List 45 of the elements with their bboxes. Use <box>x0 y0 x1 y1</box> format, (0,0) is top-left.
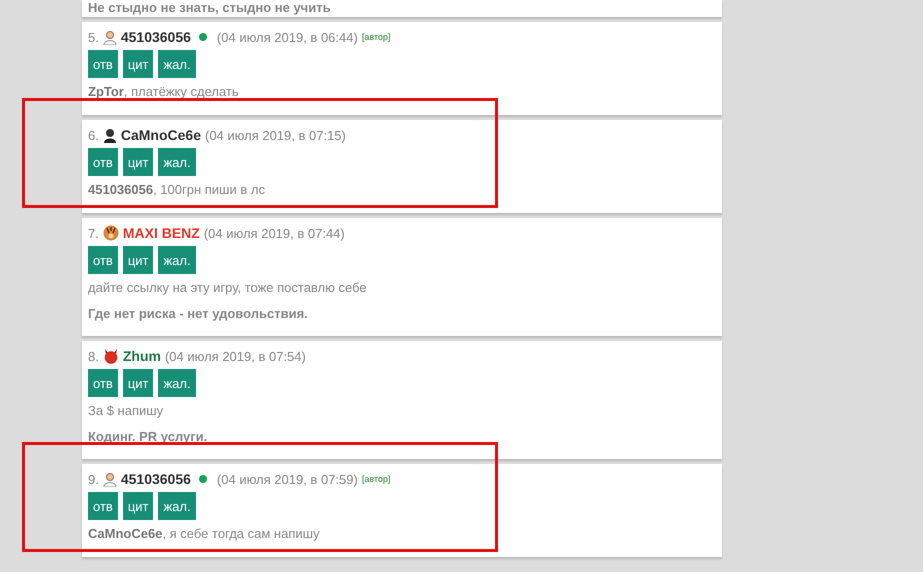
post-action-button[interactable]: жал. <box>158 492 196 520</box>
post-action-button[interactable]: отв <box>88 492 118 520</box>
avatar-person-icon <box>102 30 117 44</box>
username-link[interactable]: CaMnoCe6e <box>120 127 201 143</box>
post-number: 9. <box>88 472 99 486</box>
post-date: (04 июля 2019, в 07:59) <box>216 472 358 486</box>
post-action-button[interactable]: жал. <box>158 369 196 397</box>
post-date: (04 июля 2019, в 07:54) <box>164 348 306 364</box>
post-action-button[interactable]: жал. <box>158 50 196 78</box>
username-link[interactable]: 451036056 <box>120 471 191 487</box>
author-tag: [автор] <box>362 474 390 484</box>
post-date: (04 июля 2019, в 07:15) <box>204 128 346 142</box>
post-date: (04 июля 2019, в 06:44) <box>216 30 358 44</box>
post-action-button[interactable]: жал. <box>158 148 196 176</box>
post-message: 451036056, 100грн пиши в лс <box>88 181 266 199</box>
username-link[interactable]: 451036056 <box>120 29 191 45</box>
post-action-button[interactable]: жал. <box>158 246 196 274</box>
username-link[interactable]: MAXI BENZ <box>122 225 200 241</box>
post-action-button[interactable]: цит <box>122 148 154 176</box>
signature: Кодинг. PR услуги. <box>88 429 208 445</box>
signature: Не стыдно не знать, стыдно не учить <box>88 0 332 16</box>
post-action-button[interactable]: отв <box>88 369 118 397</box>
avatar-person-icon <box>102 472 117 486</box>
post-message: CaMnoCe6e, я себе тогда сам напишу <box>88 525 321 543</box>
post-message: За $ напишу <box>88 402 164 420</box>
post-message: ZpTor, платёжку сделать <box>88 83 240 101</box>
post-number: 8. <box>88 348 99 364</box>
avatar-person-icon <box>102 128 117 142</box>
post-action-button[interactable]: отв <box>88 148 118 176</box>
post-message: дайте ссылку на эту игру, тоже поставлю себе <box>88 279 368 297</box>
post-action-button[interactable]: цит <box>122 492 154 520</box>
post-number: 6. <box>88 128 99 142</box>
post-action-button[interactable]: отв <box>88 246 118 274</box>
post-action-button[interactable]: цит <box>122 246 154 274</box>
post-action-button[interactable]: цит <box>122 50 154 78</box>
avatar-devil-icon <box>102 348 119 364</box>
post-action-button[interactable]: отв <box>88 50 118 78</box>
post-action-button[interactable]: цит <box>122 369 154 397</box>
post-number: 7. <box>88 226 99 240</box>
avatar-tiger-icon <box>102 225 119 241</box>
post-number: 5. <box>88 30 99 44</box>
username-link[interactable]: Zhum <box>122 348 161 364</box>
post-date: (04 июля 2019, в 07:44) <box>204 226 345 240</box>
signature: Где нет риска - нет удовольствия. <box>88 306 309 322</box>
author-tag: [автор] <box>362 32 390 42</box>
